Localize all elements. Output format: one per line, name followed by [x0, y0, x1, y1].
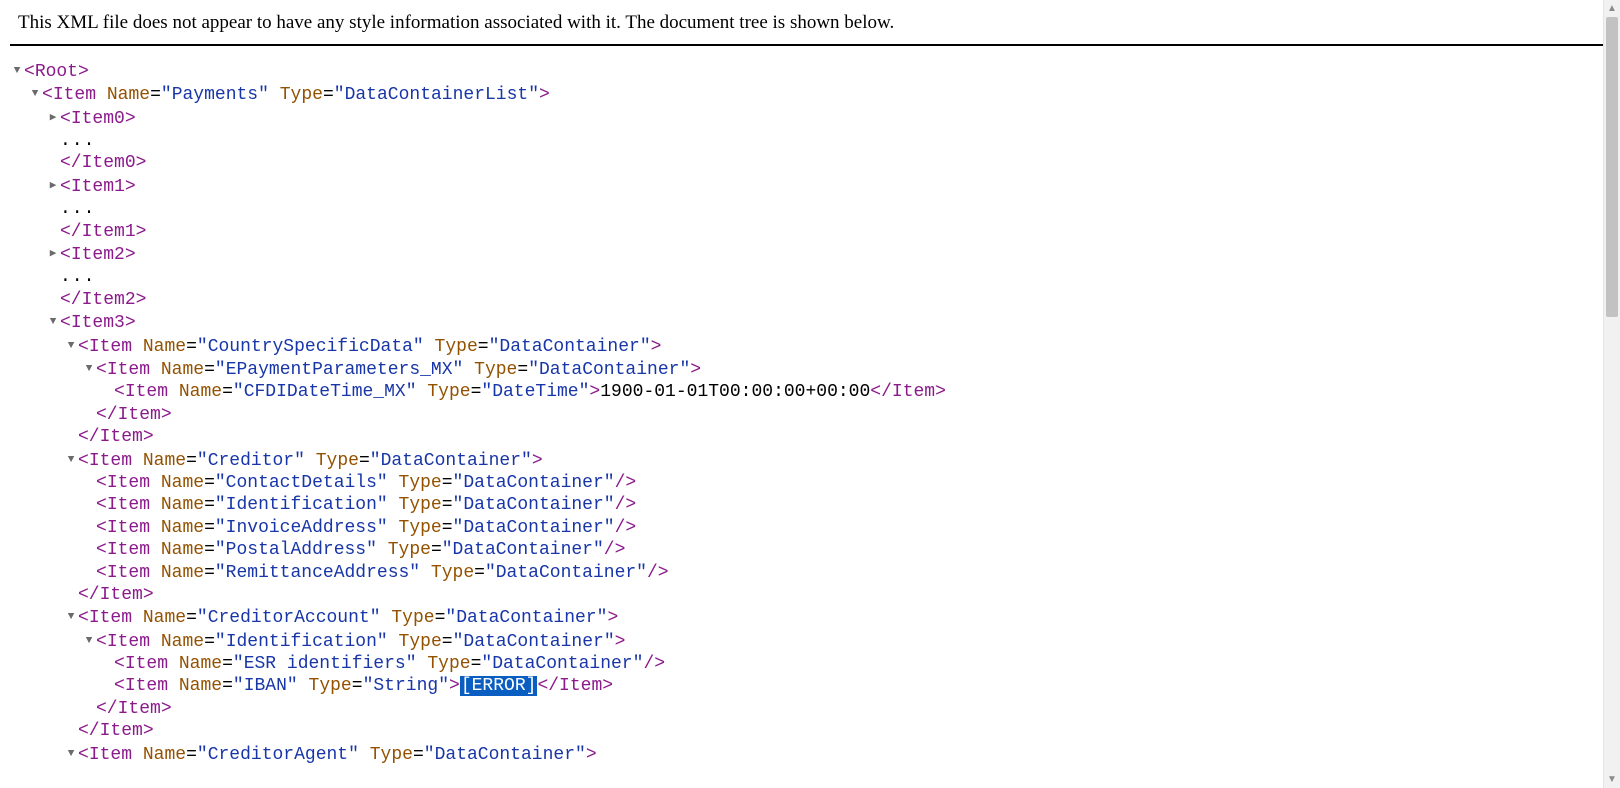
node-epayment-parameters-mx[interactable]: ▼<Item Name="EPaymentParameters_MX" Type… [10, 358, 1610, 381]
scrollbar-thumb[interactable] [1606, 17, 1618, 317]
chevron-right-icon[interactable]: ▶ [46, 175, 60, 197]
node-creditor-child[interactable]: <Item Name="ContactDetails" Type="DataCo… [10, 472, 1610, 494]
node-creditor-account-close: </Item> [10, 720, 1610, 742]
chevron-down-icon[interactable]: ▼ [82, 630, 96, 652]
vertical-scrollbar[interactable]: ▲ ▼ [1603, 0, 1620, 788]
node-item2-close: </Item2> [10, 289, 1610, 311]
node-item0-close: </Item0> [10, 152, 1610, 174]
chevron-down-icon[interactable]: ▼ [82, 358, 96, 380]
node-creditor-child[interactable]: <Item Name="Identification" Type="DataCo… [10, 494, 1610, 516]
node-item1-open[interactable]: ▶<Item1> [10, 175, 1610, 198]
node-item3-open[interactable]: ▼<Item3> [10, 311, 1610, 334]
node-item2-ellipsis: ... [10, 266, 1610, 288]
scroll-up-icon[interactable]: ▲ [1604, 0, 1620, 17]
scroll-down-icon[interactable]: ▼ [1604, 771, 1620, 788]
chevron-down-icon[interactable]: ▼ [64, 606, 78, 628]
node-esr-identifiers[interactable]: <Item Name="ESR identifiers" Type="DataC… [10, 653, 1610, 675]
chevron-down-icon[interactable]: ▼ [64, 743, 78, 765]
node-iban[interactable]: <Item Name="IBAN" Type="String">[ERROR]<… [10, 675, 1610, 697]
node-country-specific-data-close: </Item> [10, 426, 1610, 448]
node-item2-open[interactable]: ▶<Item2> [10, 243, 1610, 266]
node-cfdi-datetime-mx[interactable]: <Item Name="CFDIDateTime_MX" Type="DateT… [10, 381, 1610, 403]
chevron-right-icon[interactable]: ▶ [46, 107, 60, 129]
node-creditor-child[interactable]: <Item Name="PostalAddress" Type="DataCon… [10, 539, 1610, 561]
node-creditor-agent[interactable]: ▼<Item Name="CreditorAgent" Type="DataCo… [10, 743, 1610, 766]
node-creditor[interactable]: ▼<Item Name="Creditor" Type="DataContain… [10, 449, 1610, 472]
node-identification[interactable]: ▼<Item Name="Identification" Type="DataC… [10, 630, 1610, 653]
chevron-down-icon[interactable]: ▼ [10, 60, 24, 82]
node-identification-close: </Item> [10, 698, 1610, 720]
node-item1-ellipsis: ... [10, 198, 1610, 220]
chevron-down-icon[interactable]: ▼ [64, 449, 78, 471]
xml-tree: ▼<Root> ▼<Item Name="Payments" Type="Dat… [10, 60, 1610, 766]
node-item0-open[interactable]: ▶<Item0> [10, 107, 1610, 130]
node-payments[interactable]: ▼<Item Name="Payments" Type="DataContain… [10, 83, 1610, 106]
node-epayment-parameters-mx-close: </Item> [10, 404, 1610, 426]
xml-no-style-message: This XML file does not appear to have an… [10, 8, 1610, 44]
chevron-right-icon[interactable]: ▶ [46, 243, 60, 265]
chevron-down-icon[interactable]: ▼ [64, 335, 78, 357]
node-item0-ellipsis: ... [10, 130, 1610, 152]
header-divider [10, 44, 1610, 46]
node-creditor-account[interactable]: ▼<Item Name="CreditorAccount" Type="Data… [10, 606, 1610, 629]
node-creditor-child[interactable]: <Item Name="InvoiceAddress" Type="DataCo… [10, 517, 1610, 539]
iban-error-value: [ERROR] [460, 676, 538, 696]
node-creditor-child[interactable]: <Item Name="RemittanceAddress" Type="Dat… [10, 562, 1610, 584]
chevron-down-icon[interactable]: ▼ [46, 311, 60, 333]
chevron-down-icon[interactable]: ▼ [28, 83, 42, 105]
node-item1-close: </Item1> [10, 221, 1610, 243]
node-country-specific-data[interactable]: ▼<Item Name="CountrySpecificData" Type="… [10, 335, 1610, 358]
node-creditor-close: </Item> [10, 584, 1610, 606]
node-root[interactable]: ▼<Root> [10, 60, 1610, 83]
